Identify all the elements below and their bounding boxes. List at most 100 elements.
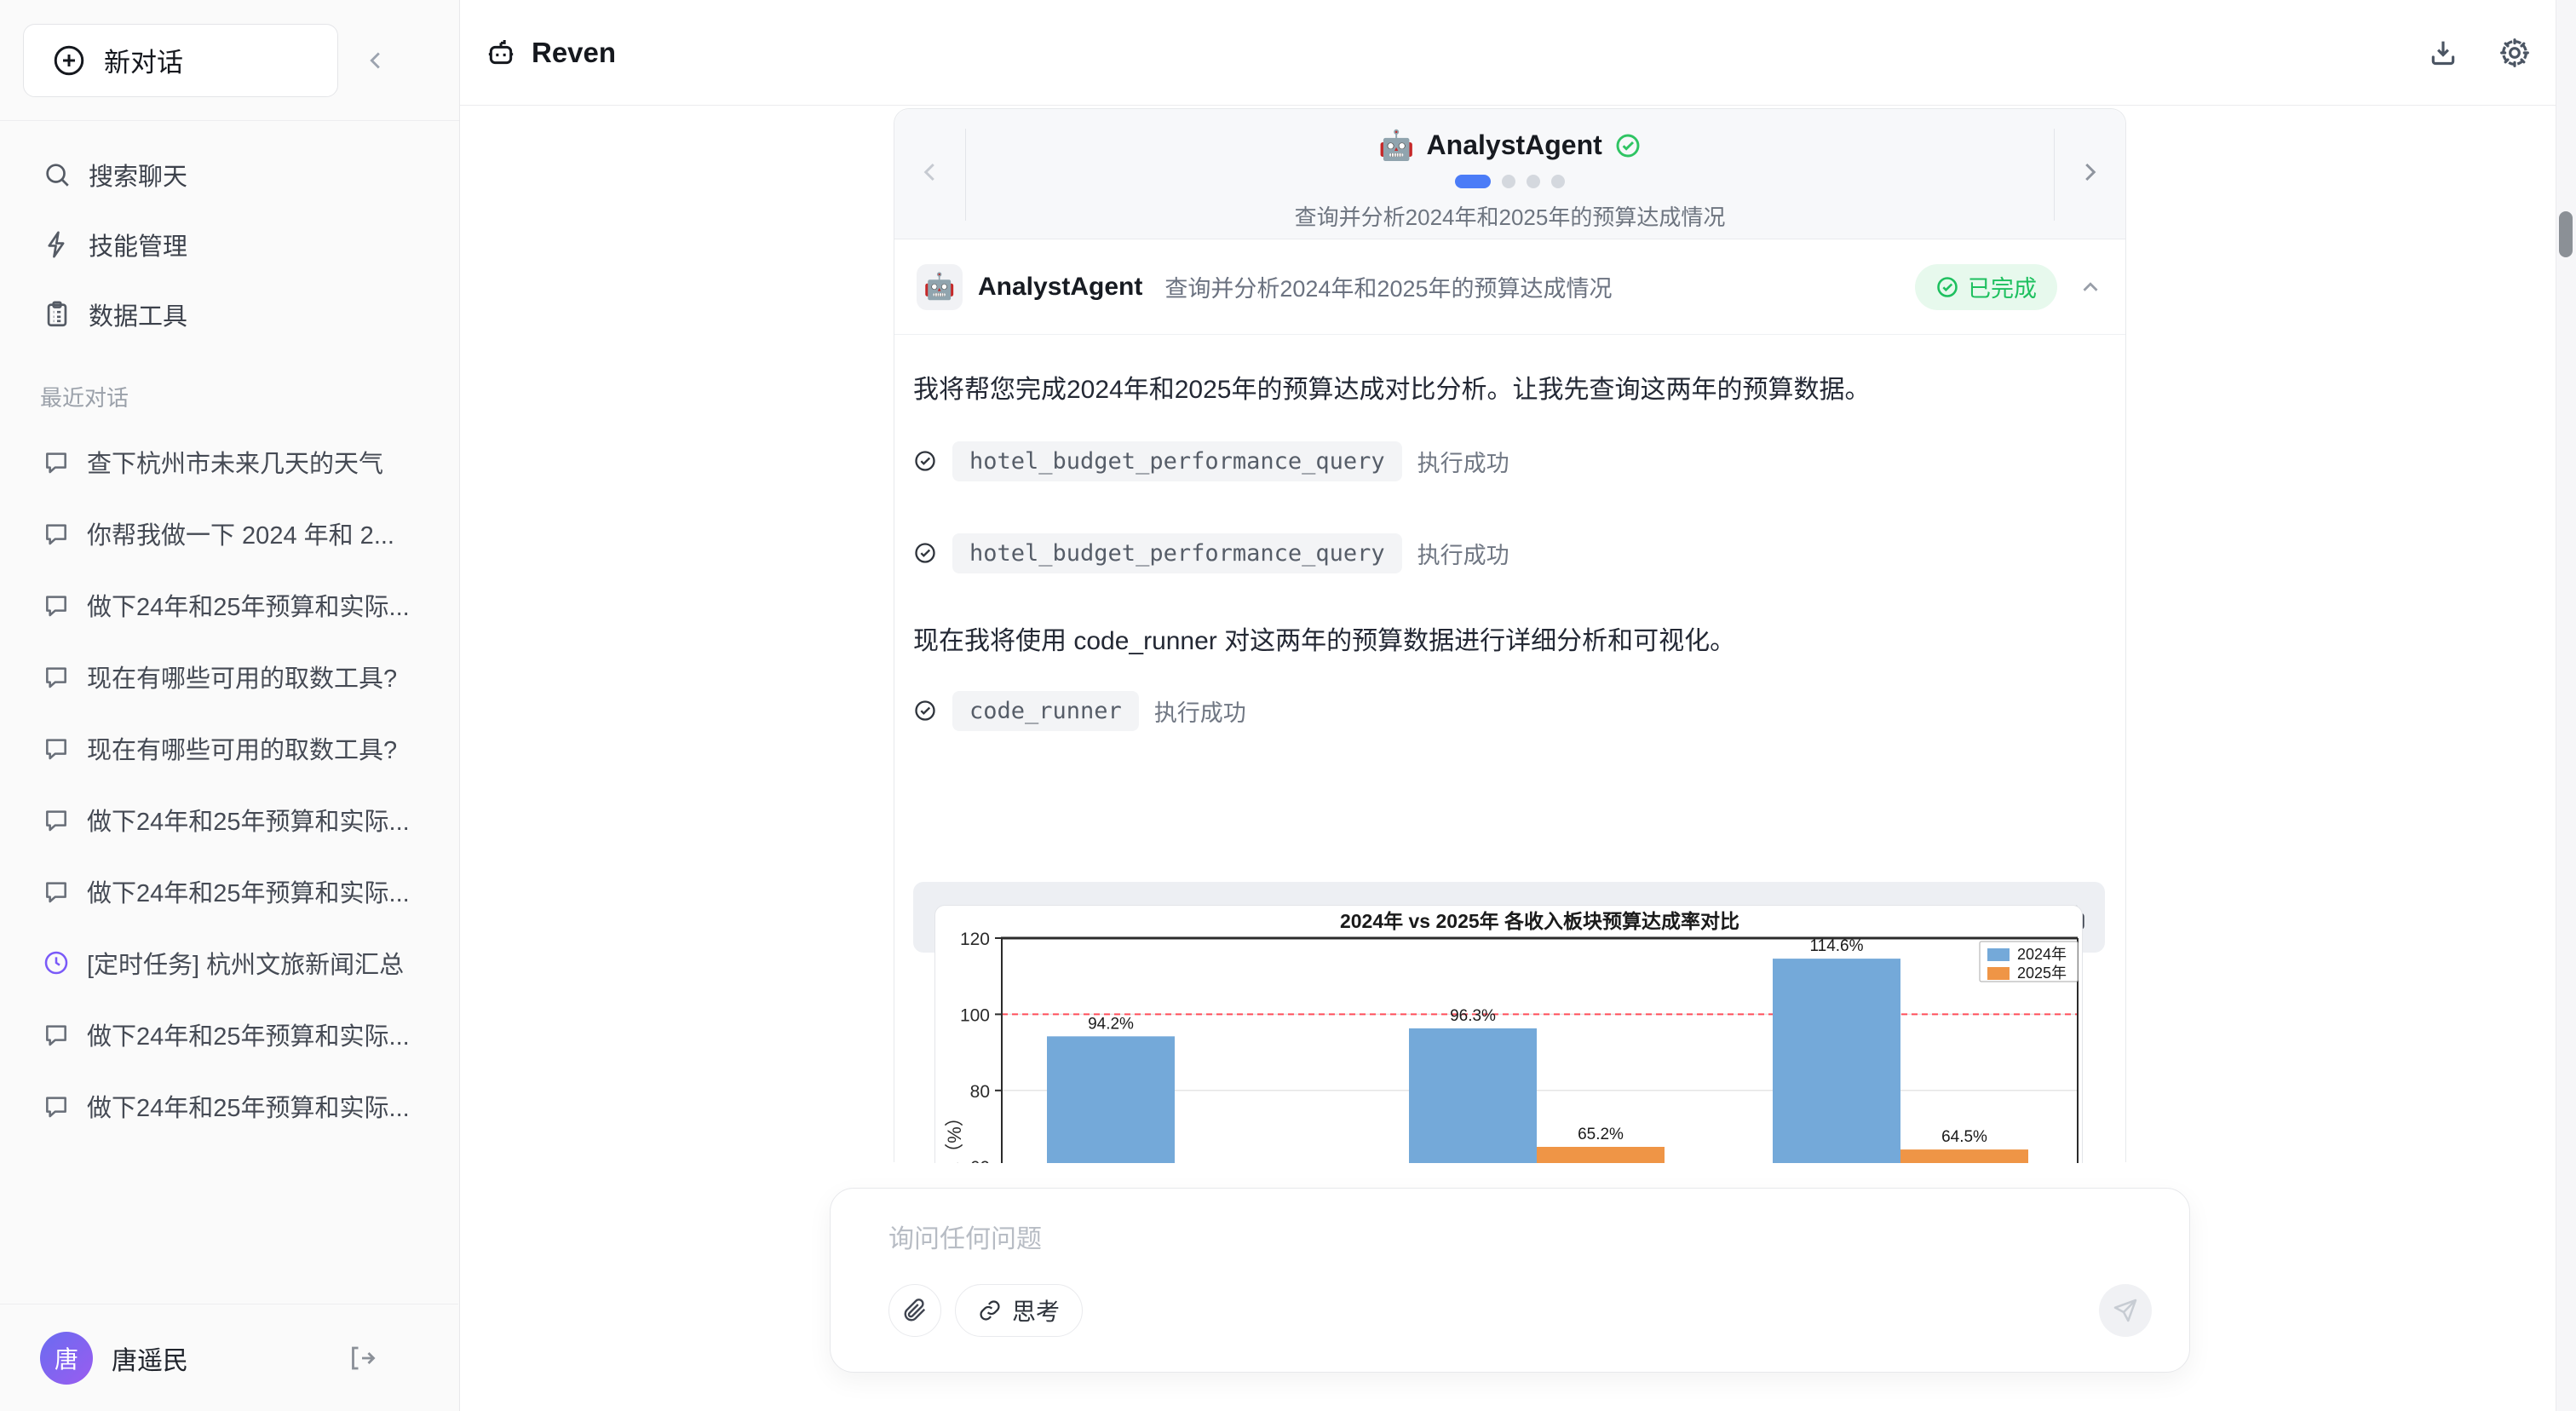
- tool-name-chip[interactable]: code_runner: [952, 691, 1139, 731]
- brand: Reven: [484, 0, 616, 106]
- download-icon[interactable]: [2426, 36, 2460, 70]
- recent-chat-item[interactable]: 做下24年和25年预算和实际...: [0, 569, 459, 641]
- recent-chat-item[interactable]: 查下杭州市未来几天的天气: [0, 426, 459, 498]
- agent-carousel-header: 🤖 AnalystAgent 查询并分析2024年和2025年的预算达成情况: [894, 109, 2125, 239]
- gear-icon[interactable]: [2498, 36, 2532, 70]
- sidebar-footer: 唐 唐遥民: [0, 1304, 458, 1411]
- tool-status: 执行成功: [1154, 694, 1246, 728]
- lightning-icon: [43, 230, 72, 259]
- check-circle-icon: [913, 541, 937, 565]
- recent-chat-item[interactable]: 你帮我做一下 2024 年和 2...: [0, 498, 459, 569]
- tool-call-row: hotel_budget_performance_query 执行成功: [913, 529, 1509, 577]
- chat-icon: [43, 591, 70, 619]
- sidebar-menu: 搜索聊天 技能管理 数据工具: [0, 121, 459, 349]
- tool-call-row: code_runner 执行成功: [913, 687, 1246, 734]
- scrollbar-thumb[interactable]: [2559, 211, 2573, 257]
- clock-icon: [43, 949, 70, 976]
- check-circle-icon: [913, 449, 937, 473]
- agent-name: AnalystAgent: [1427, 130, 1602, 161]
- sidebar-item-label: 技能管理: [89, 227, 187, 262]
- recent-chat-item[interactable]: 现在有哪些可用的取数工具?: [0, 712, 459, 784]
- logout-icon[interactable]: [347, 1343, 377, 1374]
- status-badge: 已完成: [1915, 264, 2057, 310]
- sidebar-header: 新对话: [0, 0, 459, 121]
- new-chat-button[interactable]: 新对话: [23, 24, 338, 97]
- paper-plane-icon: [2112, 1297, 2139, 1324]
- link-icon: [978, 1299, 1002, 1322]
- agent-task-subtitle: 查询并分析2024年和2025年的预算达成情况: [1295, 200, 1726, 232]
- recent-chats-header: 最近对话: [40, 381, 459, 412]
- agent-status-row: 🤖 AnalystAgent 查询并分析2024年和2025年的预算达成情况 已…: [894, 239, 2125, 335]
- svg-text:96.3%: 96.3%: [1450, 1007, 1496, 1025]
- progress-dots: [1455, 175, 1565, 188]
- sidebar-item-search-chats[interactable]: 搜索聊天: [0, 140, 459, 210]
- brand-name: Reven: [532, 37, 616, 69]
- chat-icon: [43, 663, 70, 690]
- send-button[interactable]: [2099, 1284, 2152, 1337]
- svg-text:94.2%: 94.2%: [1088, 1015, 1134, 1033]
- sidebar-item-data-tools[interactable]: 数据工具: [0, 279, 459, 349]
- svg-text:60: 60: [970, 1158, 990, 1163]
- message-paragraph: 我将帮您完成2024年和2025年的预算达成对比分析。让我先查询这两年的预算数据…: [913, 372, 1870, 408]
- agent-avatar: 🤖: [917, 264, 963, 310]
- topbar: Reven: [460, 0, 2576, 106]
- think-label: 思考: [1012, 1293, 1060, 1327]
- chat-icon: [43, 1021, 70, 1048]
- svg-text:2025年: 2025年: [2017, 965, 2067, 982]
- message-paragraph: 现在我将使用 code_runner 对这两年的预算数据进行详细分析和可视化。: [913, 624, 1735, 659]
- tool-call-row: hotel_budget_performance_query 执行成功: [913, 437, 1509, 485]
- agent-message-body: 我将帮您完成2024年和2025年的预算达成对比分析。让我先查询这两年的预算数据…: [913, 335, 2103, 1162]
- clipboard-icon: [43, 300, 72, 329]
- sidebar: 新对话 搜索聊天 技能管理: [0, 0, 460, 1411]
- budget-chart: 94.2%96.3%114.6%65.2%64.5%12010080602024…: [934, 905, 2083, 1163]
- recent-chat-item[interactable]: 做下24年和25年预算和实际...: [0, 999, 459, 1070]
- recent-chats-list: 查下杭州市未来几天的天气 你帮我做一下 2024 年和 2... 做下24年和2…: [0, 426, 459, 1142]
- collapse-section-icon[interactable]: [2078, 274, 2103, 300]
- sidebar-item-label: 数据工具: [89, 297, 187, 332]
- agent-title-row: 🤖 AnalystAgent: [1378, 130, 1642, 161]
- carousel-prev-icon[interactable]: [915, 157, 946, 187]
- carousel-header-center: 🤖 AnalystAgent 查询并分析2024年和2025年的预算达成情况: [980, 109, 2040, 239]
- avatar: 唐: [40, 1332, 93, 1385]
- attach-file-button[interactable]: [888, 1284, 941, 1337]
- svg-text:65.2%: 65.2%: [1578, 1126, 1624, 1143]
- agent-name: AnalystAgent: [978, 273, 1142, 302]
- svg-text:2024年: 2024年: [2017, 946, 2067, 963]
- chat-icon: [43, 734, 70, 762]
- recent-chat-item-scheduled-task[interactable]: [定时任务] 杭州文旅新闻汇总: [0, 927, 459, 999]
- recent-chat-item[interactable]: 现在有哪些可用的取数工具?: [0, 641, 459, 712]
- check-circle-icon: [1614, 132, 1642, 159]
- search-icon: [43, 160, 72, 189]
- svg-text:80: 80: [970, 1082, 990, 1102]
- svg-text:100: 100: [960, 1005, 990, 1025]
- recent-chat-item[interactable]: 做下24年和25年预算和实际...: [0, 1070, 459, 1142]
- new-chat-label: 新对话: [104, 41, 183, 79]
- tool-status: 执行成功: [1417, 537, 1509, 570]
- recent-chat-item[interactable]: 做下24年和25年预算和实际...: [0, 784, 459, 855]
- header-separator: [965, 129, 966, 221]
- chat-icon: [43, 878, 70, 905]
- robot-emoji: 🤖: [1378, 131, 1414, 160]
- svg-text:达成率（%）: 达成率（%）: [944, 1108, 965, 1163]
- collapse-sidebar-icon[interactable]: [362, 46, 391, 75]
- chat-icon: [43, 448, 70, 475]
- tool-name-chip[interactable]: hotel_budget_performance_query: [952, 441, 1402, 481]
- chat-icon: [43, 520, 70, 547]
- progress-dot-active: [1455, 175, 1491, 188]
- recent-chat-item[interactable]: 做下24年和25年预算和实际...: [0, 855, 459, 927]
- think-toggle-button[interactable]: 思考: [955, 1284, 1083, 1337]
- user-name: 唐遥民: [112, 1339, 188, 1377]
- progress-dot: [1527, 175, 1540, 188]
- sidebar-item-skills[interactable]: 技能管理: [0, 210, 459, 279]
- svg-text:2024年 vs 2025年 各收入板块预算达成率对比: 2024年 vs 2025年 各收入板块预算达成率对比: [1340, 910, 1739, 932]
- carousel-next-icon[interactable]: [2074, 157, 2105, 187]
- svg-text:120: 120: [960, 930, 990, 949]
- message-input[interactable]: [888, 1218, 2081, 1269]
- svg-text:64.5%: 64.5%: [1941, 1128, 1987, 1146]
- tool-name-chip[interactable]: hotel_budget_performance_query: [952, 533, 1402, 573]
- header-separator: [2054, 129, 2055, 221]
- tool-status: 执行成功: [1417, 445, 1509, 478]
- composer: 思考: [830, 1188, 2190, 1373]
- check-circle-icon: [1935, 275, 1959, 299]
- agent-card: 🤖 AnalystAgent 查询并分析2024年和2025年的预算达成情况 🤖…: [894, 108, 2126, 1162]
